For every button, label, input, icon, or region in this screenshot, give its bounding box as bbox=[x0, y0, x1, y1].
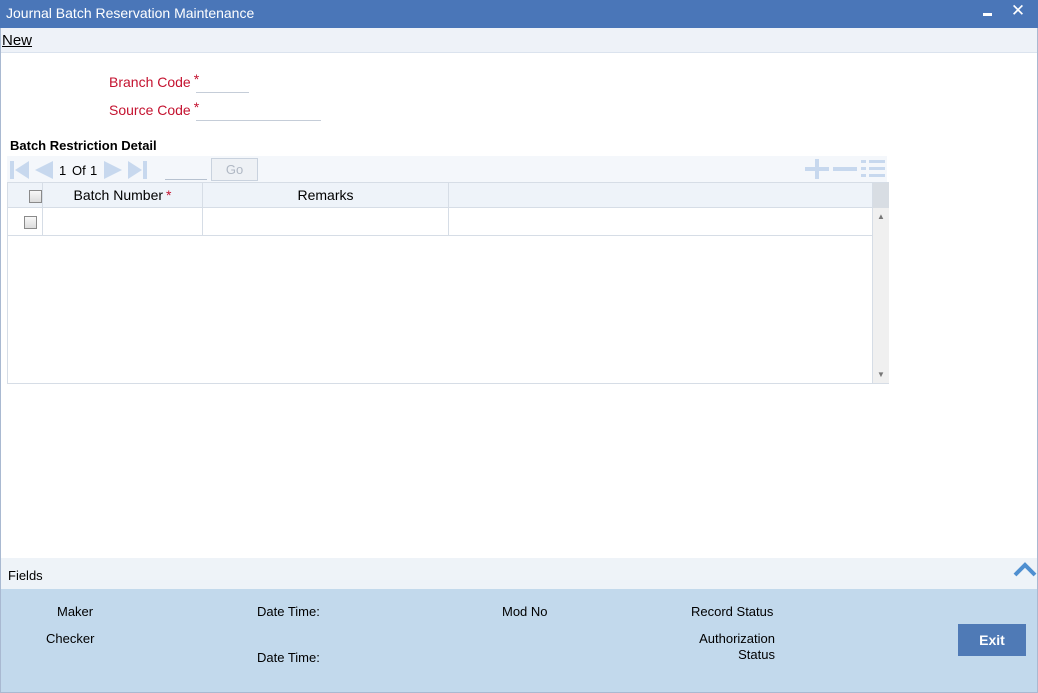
grid-pagination-toolbar: 1 Of 1 Go bbox=[7, 156, 887, 182]
current-page: 1 bbox=[59, 163, 67, 178]
grid-vertical-scrollbar[interactable]: ▲ ▼ bbox=[872, 183, 889, 383]
grid-header: Batch Number * Remarks bbox=[8, 183, 872, 208]
column-batch-number[interactable]: Batch Number * bbox=[43, 183, 203, 208]
minus-icon[interactable] bbox=[832, 159, 858, 179]
audit-footer: Maker Checker Date Time: Date Time: Mod … bbox=[1, 589, 1037, 692]
window-title: Journal Batch Reservation Maintenance bbox=[6, 5, 255, 21]
goto-page-input[interactable] bbox=[165, 161, 207, 180]
batch-number-cell[interactable] bbox=[43, 208, 203, 236]
select-all-checkbox[interactable] bbox=[29, 190, 42, 203]
remarks-cell[interactable] bbox=[203, 208, 449, 236]
scrollbar-header-spacer bbox=[873, 183, 889, 208]
scroll-up-icon[interactable]: ▲ bbox=[877, 212, 885, 221]
fields-label[interactable]: Fields bbox=[8, 568, 43, 583]
required-marker: * bbox=[166, 187, 172, 203]
source-code-input[interactable] bbox=[196, 101, 321, 121]
minimize-button[interactable] bbox=[976, 2, 998, 24]
mod-no-label: Mod No bbox=[502, 604, 548, 619]
close-icon: ✕ bbox=[1010, 1, 1026, 20]
column-remarks-label: Remarks bbox=[297, 187, 354, 203]
list-icon[interactable] bbox=[860, 159, 886, 179]
column-batch-number-label: Batch Number bbox=[73, 187, 164, 203]
previous-page-icon[interactable] bbox=[33, 160, 55, 180]
maker-label: Maker bbox=[57, 604, 94, 619]
authorization-status-label-line1: Authorization bbox=[699, 631, 775, 646]
header-checkbox-cell bbox=[8, 183, 43, 208]
column-remarks[interactable]: Remarks bbox=[203, 183, 449, 208]
branch-code-label: Branch Code * bbox=[109, 71, 199, 90]
next-page-icon[interactable] bbox=[102, 160, 124, 180]
new-link[interactable]: New bbox=[2, 32, 32, 49]
screen-body: New Branch Code * Source Code * Batch Rest… bbox=[0, 28, 1038, 693]
record-status-label: Record Status bbox=[691, 604, 774, 619]
exit-button[interactable]: Exit bbox=[958, 624, 1026, 656]
total-pages: 1 bbox=[90, 163, 98, 178]
action-toolbar: New bbox=[1, 28, 1037, 53]
minimize-icon bbox=[982, 13, 992, 16]
maker-date-time-label: Date Time: bbox=[257, 604, 320, 619]
table-row[interactable] bbox=[8, 208, 872, 236]
first-page-icon[interactable] bbox=[9, 160, 31, 180]
batch-restriction-grid: Batch Number * Remarks ▲ ▼ bbox=[7, 182, 889, 384]
checker-label: Checker bbox=[46, 631, 95, 646]
fields-bar: Fields bbox=[1, 558, 1037, 589]
plus-icon[interactable] bbox=[804, 159, 830, 179]
close-button[interactable]: ✕ bbox=[1007, 2, 1029, 24]
scroll-down-icon[interactable]: ▼ bbox=[877, 370, 885, 379]
authorization-status-label-line2: Status bbox=[738, 647, 775, 662]
source-code-label-text: Source Code bbox=[109, 102, 191, 118]
window-titlebar: Journal Batch Reservation Maintenance ✕ bbox=[0, 0, 1038, 28]
row-checkbox-cell bbox=[8, 208, 43, 236]
batch-restriction-title: Batch Restriction Detail bbox=[10, 138, 157, 153]
source-code-label: Source Code * bbox=[109, 99, 199, 118]
page-of-label: Of bbox=[72, 163, 86, 178]
branch-code-input[interactable] bbox=[196, 73, 249, 93]
branch-code-label-text: Branch Code bbox=[109, 74, 191, 90]
last-page-icon[interactable] bbox=[126, 160, 148, 180]
row-select-checkbox[interactable] bbox=[24, 216, 37, 229]
checker-date-time-label: Date Time: bbox=[257, 650, 320, 665]
chevron-up-icon[interactable] bbox=[1013, 560, 1037, 578]
go-button[interactable]: Go bbox=[211, 158, 258, 181]
